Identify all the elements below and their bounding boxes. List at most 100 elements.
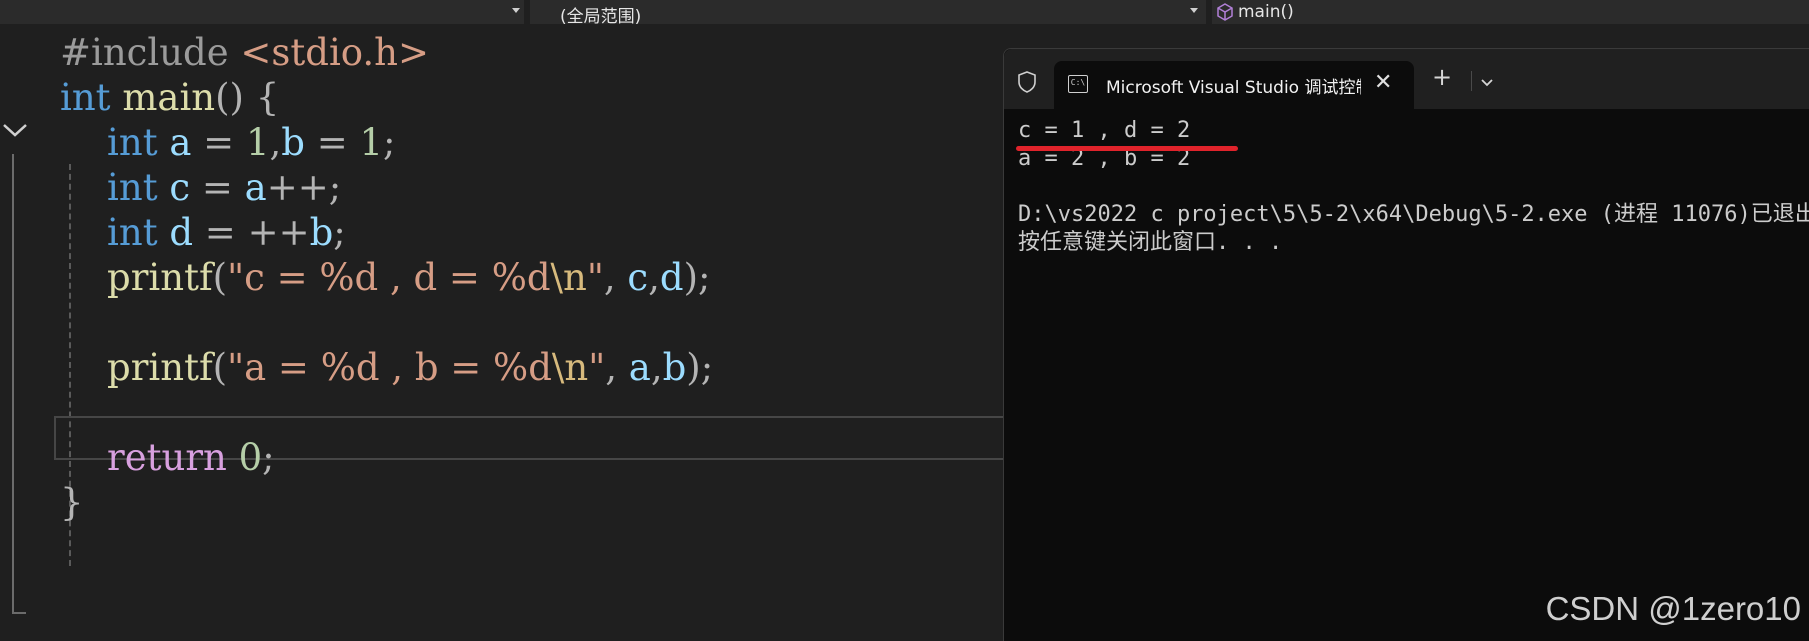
cube-icon [1216, 3, 1234, 25]
chevron-down-icon [1190, 8, 1198, 13]
code-line[interactable]: return 0; [60, 436, 275, 480]
new-tab-icon[interactable]: + [1432, 63, 1452, 91]
code-token: = [190, 166, 245, 209]
code-line[interactable]: int main() { [60, 76, 279, 120]
code-token: a [244, 166, 267, 209]
code-token: c [169, 166, 191, 209]
code-token: ); [683, 256, 711, 299]
code-token: int [107, 121, 158, 164]
code-token: ; [383, 121, 396, 164]
code-token: #include [60, 31, 229, 74]
code-token: \n [551, 346, 589, 389]
scope-dropdown[interactable]: (全局范围) [530, 0, 1206, 27]
code-token: , [605, 346, 629, 389]
code-token: %d [493, 346, 552, 389]
code-editor[interactable]: #include <stdio.h> int main() { int a = 1… [0, 24, 1003, 640]
code-token: " [588, 346, 606, 389]
code-token: b [309, 211, 334, 254]
code-line[interactable]: } [60, 481, 84, 525]
code-token: ; [333, 211, 346, 254]
code-token: " [586, 256, 604, 299]
fold-region-end [12, 612, 26, 614]
code-token: %d [320, 346, 380, 389]
code-line[interactable]: printf("a = %d , b = %d\n", a,b); [60, 346, 713, 390]
code-token: "c = [227, 256, 320, 299]
tab-title: Microsoft Visual Studio 调试控制台 [1106, 78, 1361, 98]
code-token: c [627, 256, 649, 299]
code-token: = [304, 121, 360, 164]
code-token: ++; [266, 166, 342, 209]
code-token: int [107, 211, 158, 254]
code-token: = [191, 121, 246, 164]
code-token: 1 [245, 121, 270, 164]
close-icon[interactable]: ✕ [1374, 70, 1392, 95]
code-token: , b = [379, 346, 494, 389]
function-label: main() [1238, 2, 1294, 22]
code-token: () { [215, 76, 280, 119]
code-token: } [60, 481, 84, 524]
divider [1471, 71, 1472, 91]
code-line[interactable]: int a = 1,b = 1; [60, 121, 396, 165]
code-token: b [281, 121, 305, 164]
code-token: , [648, 256, 660, 299]
console-tab[interactable]: C:\ Microsoft Visual Studio 调试控制台 ✕ [1054, 61, 1414, 109]
shield-icon[interactable] [1016, 70, 1038, 98]
code-token: int [60, 76, 111, 119]
code-token: int [107, 166, 158, 209]
code-token: d [169, 211, 194, 254]
code-token: ( [212, 346, 228, 389]
code-token: %d [319, 256, 379, 299]
code-token: ); [686, 346, 714, 389]
console-output-line: 按任意键关闭此窗口. . . [1018, 230, 1283, 255]
code-token: a [628, 346, 651, 389]
red-annotation-underline [1016, 146, 1238, 151]
code-token: ( [212, 256, 228, 299]
watermark: CSDN @1zero10 [1545, 590, 1801, 627]
fold-region-line [12, 154, 14, 614]
code-token: = ++ [193, 211, 310, 254]
code-token: a [169, 121, 192, 164]
code-token: "a = [227, 346, 321, 389]
code-line[interactable]: int d = ++b; [60, 211, 346, 255]
navigation-bar: (全局范围) main() [0, 0, 1809, 27]
console-titlebar: C:\ Microsoft Visual Studio 调试控制台 ✕ + [1004, 49, 1809, 109]
code-token: <stdio.h> [240, 31, 430, 74]
code-token: , [269, 121, 282, 164]
console-output-line: D:\vs2022 c project\5\5-2\x64\Debug\5-2.… [1018, 202, 1809, 227]
code-token: \n [550, 256, 587, 299]
terminal-icon: C:\ [1068, 75, 1088, 93]
code-line[interactable]: #include <stdio.h> [60, 31, 429, 75]
code-line[interactable]: printf("c = %d , d = %d\n", c,d); [60, 256, 711, 300]
code-token: , d = [378, 256, 492, 299]
console-output-line: c = 1 , d = 2 [1018, 118, 1191, 143]
code-token: 0 [238, 436, 263, 479]
code-token: b [662, 346, 687, 389]
code-token: printf [107, 346, 213, 389]
code-token: , [650, 346, 663, 389]
code-token: ; [262, 436, 275, 479]
chevron-down-icon[interactable] [1480, 73, 1494, 92]
code-token: d [659, 256, 684, 299]
debug-console-window[interactable]: C:\ Microsoft Visual Studio 调试控制台 ✕ + c … [1003, 48, 1809, 641]
project-dropdown[interactable] [0, 0, 524, 24]
code-line[interactable]: int c = a++; [60, 166, 341, 210]
code-token: %d [491, 256, 551, 299]
function-dropdown[interactable]: main() [1212, 0, 1809, 24]
collapse-chevron-icon[interactable] [2, 122, 28, 142]
code-token: printf [107, 256, 213, 299]
code-token: 1 [359, 121, 384, 164]
chevron-down-icon [512, 8, 520, 13]
code-token: , [603, 256, 628, 299]
